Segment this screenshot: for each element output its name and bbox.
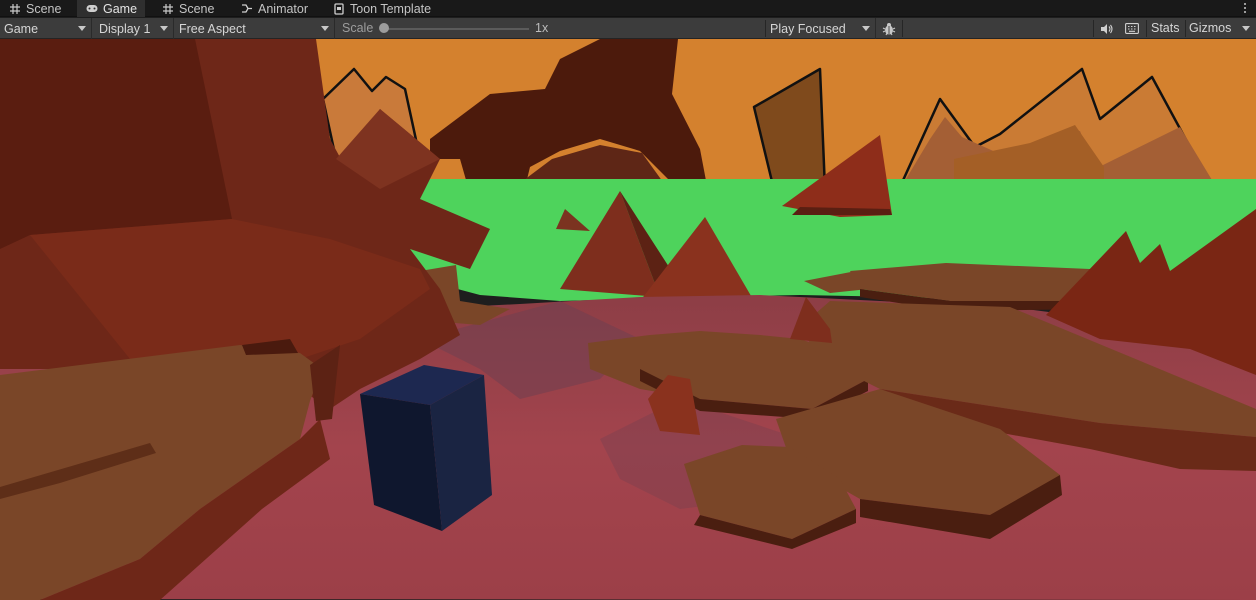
animator-icon [241, 3, 253, 15]
aspect-dropdown[interactable]: Free Aspect [175, 18, 335, 39]
chevron-down-icon [1242, 26, 1250, 31]
scale-label: Scale [342, 21, 374, 35]
keyboard-icon[interactable] [1121, 18, 1143, 39]
player-cube [360, 365, 492, 531]
play-mode-dropdown[interactable]: Play Focused [766, 18, 876, 39]
scale-slider-track[interactable] [384, 28, 529, 30]
gizmos-button[interactable]: Gizmos [1189, 18, 1231, 39]
tab-label: Toon Template [350, 1, 432, 16]
chevron-down-icon [78, 26, 86, 31]
stats-button[interactable]: Stats [1151, 18, 1180, 39]
chevron-down-icon [160, 26, 168, 31]
tab-toon-template[interactable]: Toon Template [324, 0, 439, 17]
tab-scene[interactable]: Scene [0, 0, 69, 17]
view-mode-value: Game [4, 21, 39, 36]
tab-label: Animator [258, 1, 309, 16]
gizmos-menu-button[interactable] [1238, 18, 1254, 39]
game-view-toolbar: Game Display 1 Free Aspect Scale 1x Play… [0, 18, 1256, 39]
divider [1093, 20, 1094, 37]
tab-label: Game [103, 1, 138, 16]
editor-tab-strip: Scene Game Scene Animator Toon Template [0, 0, 1256, 17]
tab-label: Scene [179, 1, 215, 16]
tab-label: Scene [26, 1, 62, 16]
tab-animator[interactable]: Animator [232, 0, 316, 17]
scale-value: 1x [535, 21, 549, 35]
grid-icon [162, 3, 174, 15]
play-mode-value: Play Focused [770, 21, 846, 36]
divider [902, 20, 903, 37]
game-viewport[interactable] [0, 39, 1256, 600]
grid-icon [9, 3, 21, 15]
divider [1146, 20, 1147, 37]
game-render [0, 39, 1256, 600]
speaker-icon[interactable] [1096, 18, 1116, 39]
more-vertical-icon[interactable] [1242, 1, 1248, 15]
chevron-down-icon [862, 26, 870, 31]
gamepad-icon [86, 3, 98, 15]
divider [1185, 20, 1186, 37]
display-dropdown[interactable]: Display 1 [95, 18, 174, 39]
document-icon [333, 2, 345, 15]
view-mode-dropdown[interactable]: Game [0, 18, 92, 39]
cliff-left-shade [0, 39, 232, 249]
chevron-down-icon [321, 26, 329, 31]
display-value: Display 1 [99, 21, 151, 36]
tab-game[interactable]: Game [77, 0, 146, 17]
bug-icon[interactable] [878, 18, 900, 39]
aspect-value: Free Aspect [179, 21, 246, 36]
tab-scene-2[interactable]: Scene [153, 0, 222, 17]
scale-slider-handle[interactable] [379, 23, 389, 33]
